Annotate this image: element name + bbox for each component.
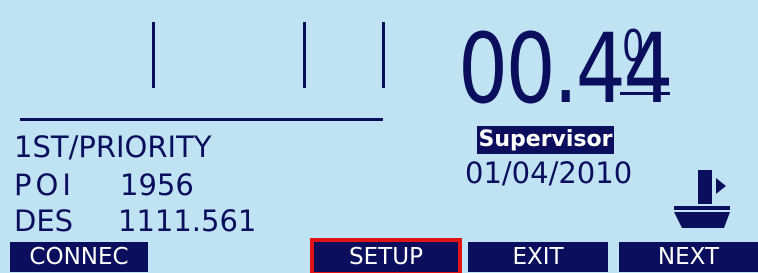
priority-label: 1ST/PRIORITY xyxy=(14,130,212,164)
poi-label: POI xyxy=(14,168,75,202)
bar-baseline xyxy=(20,118,383,121)
boat-icon xyxy=(674,170,730,228)
date-display: 01/04/2010 xyxy=(465,156,633,190)
setup-softkey[interactable]: SETUP xyxy=(310,238,462,273)
bar-indicator-1 xyxy=(152,22,155,88)
connect-softkey[interactable]: CONNEC xyxy=(10,242,148,272)
main-value-superscript: 0 xyxy=(622,21,645,72)
bar-indicator-3 xyxy=(382,22,385,88)
des-value: 1111.561 xyxy=(118,204,257,238)
superscript-underline xyxy=(620,92,670,95)
poi-value: 1956 xyxy=(120,168,194,202)
des-label: DES xyxy=(14,204,74,238)
role-badge: Supervisor xyxy=(477,126,614,154)
exit-softkey[interactable]: EXIT xyxy=(468,242,608,272)
next-softkey[interactable]: NEXT xyxy=(619,242,758,272)
bar-indicator-2 xyxy=(303,22,306,88)
